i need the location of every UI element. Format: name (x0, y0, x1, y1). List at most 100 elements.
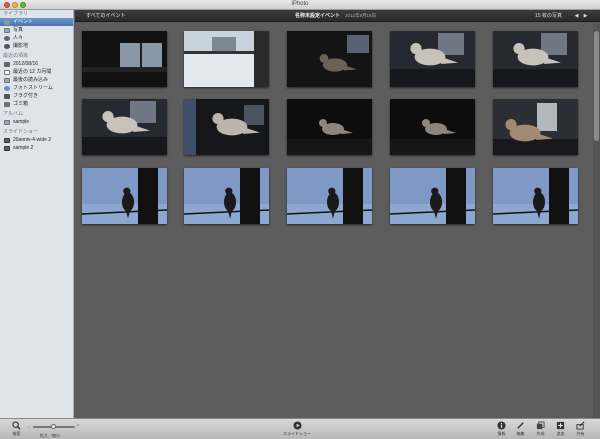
photo-image (493, 168, 578, 224)
event-date: 2012年8月16日 (345, 13, 377, 18)
photo-thumbnail[interactable] (287, 99, 372, 155)
sidebar-item-label: sample (13, 119, 30, 125)
photo-thumbnail[interactable] (390, 99, 475, 155)
photo-thumbnail[interactable] (493, 99, 578, 155)
photo-thumbnail[interactable] (287, 168, 372, 224)
sidebar-item-album-sample[interactable]: sample (0, 118, 73, 126)
events-icon (4, 19, 10, 25)
previous-event-button[interactable]: ◀ (573, 12, 580, 20)
photo-thumbnail[interactable] (184, 99, 269, 155)
photo-count: 15 枚の写真 (535, 13, 562, 19)
info-label: 情報 (497, 431, 506, 436)
photo-image (184, 99, 269, 155)
photo-grid (75, 23, 593, 418)
photo-image (390, 31, 475, 87)
sidebar: ライブラリ イベント 写真 人々 撮影地 最近の項目 2012/08/16 最近… (0, 10, 74, 418)
calendar-icon (4, 69, 10, 75)
photo-image (82, 31, 167, 87)
photo-image (82, 168, 167, 224)
bottom-toolbar: 検索 ▫ ▫ 拡大／縮小 スライドショー 情報 編集 作成 追加 共有 (0, 418, 600, 439)
sidebar-item-label: フォトストリーム (13, 85, 53, 91)
event-toolbar: すべてのイベント 名称未設定イベント 2012年8月16日 15 枚の写真 ◀ … (75, 10, 600, 22)
photo-thumbnail[interactable] (82, 31, 167, 87)
play-icon (292, 421, 302, 430)
search-label: 検索 (12, 431, 21, 436)
sidebar-item-faces[interactable]: 人々 (0, 34, 73, 42)
vertical-scrollbar[interactable] (593, 23, 600, 418)
slideshow-label: スライドショー (283, 431, 311, 436)
photo-thumbnail[interactable] (287, 31, 372, 87)
recent-header: 最近の項目 (3, 53, 29, 59)
sidebar-item-label: ゴミ箱 (13, 101, 29, 107)
sidebar-item-last-import[interactable]: 最後の読み込み (0, 76, 73, 84)
share-icon (576, 421, 585, 430)
albums-header: アルバム (3, 111, 23, 117)
slideshow-icon (4, 145, 10, 151)
photo-image (287, 99, 372, 155)
scroll-thumb[interactable] (594, 31, 599, 141)
sidebar-item-slideshow-2[interactable]: sample 2 (0, 144, 73, 152)
sidebar-item-label: sample 2 (13, 145, 34, 151)
sidebar-item-label: 最近の 12 カ月間 (13, 69, 52, 75)
sidebar-item-photos[interactable]: 写真 (0, 26, 73, 34)
add-to-button[interactable]: 追加 (556, 421, 565, 437)
slideshow-button[interactable]: スライドショー (283, 421, 311, 437)
library-header: ライブラリ (3, 11, 29, 17)
create-icon (536, 421, 545, 430)
sidebar-item-trash[interactable]: ゴミ箱 (0, 100, 73, 108)
places-icon (4, 43, 10, 49)
all-events-button[interactable]: すべてのイベント (83, 12, 128, 20)
sidebar-item-recent-event[interactable]: 2012/08/16 (0, 60, 73, 68)
event-title[interactable]: 名称未設定イベント (295, 12, 340, 20)
photo-image (184, 31, 269, 87)
sidebar-item-label: 最後の読み込み (13, 77, 49, 83)
sidebar-item-slideshow-1[interactable]: 20anniv-4-wide 2 (0, 136, 73, 144)
trash-icon (4, 101, 10, 107)
photos-icon (4, 27, 10, 33)
photo-thumbnail[interactable] (82, 168, 167, 224)
photo-image (82, 99, 167, 155)
photo-thumbnail[interactable] (390, 31, 475, 87)
sidebar-item-label: 20anniv-4-wide 2 (13, 137, 52, 143)
sidebar-item-photostream[interactable]: フォトストリーム (0, 84, 73, 92)
edit-button[interactable]: 編集 (516, 421, 525, 437)
search-button[interactable]: 検索 (12, 421, 21, 437)
next-event-button[interactable]: ▶ (582, 12, 589, 20)
photo-thumbnail[interactable] (493, 168, 578, 224)
sidebar-item-label: 写真 (13, 27, 24, 33)
sidebar-item-label: 人々 (13, 35, 24, 41)
zoom-small-icon: ▫ (28, 424, 30, 429)
photo-thumbnail[interactable] (493, 31, 578, 87)
sidebar-item-flagged[interactable]: フラグ付き (0, 92, 73, 100)
create-button[interactable]: 作成 (536, 421, 545, 437)
window-title: iPhoto (291, 1, 309, 7)
photo-thumbnail[interactable] (390, 168, 475, 224)
info-button[interactable]: 情報 (497, 421, 506, 437)
sidebar-item-places[interactable]: 撮影地 (0, 42, 73, 50)
zoom-slider[interactable] (33, 424, 75, 429)
photo-image (287, 168, 372, 224)
share-label: 共有 (576, 431, 585, 436)
flag-icon (4, 93, 10, 99)
photo-image (493, 99, 578, 155)
create-label: 作成 (536, 431, 545, 436)
add-label: 追加 (556, 431, 565, 436)
slideshow-header: スライドショー (3, 129, 39, 135)
photo-thumbnail[interactable] (184, 168, 269, 224)
edit-label: 編集 (516, 431, 525, 436)
sidebar-item-events[interactable]: イベント (0, 18, 73, 26)
title-bar: iPhoto (0, 0, 600, 10)
share-button[interactable]: 共有 (576, 421, 585, 437)
photo-thumbnail[interactable] (184, 31, 269, 87)
zoom-slider-knob[interactable] (51, 424, 56, 429)
photo-image (493, 31, 578, 87)
photo-thumbnail[interactable] (82, 99, 167, 155)
zoom-label: 拡大／縮小 (40, 433, 60, 438)
sidebar-item-label: フラグ付き (13, 93, 39, 99)
sidebar-item-last-12-months[interactable]: 最近の 12 カ月間 (0, 68, 73, 76)
photostream-icon (4, 85, 10, 91)
sidebar-item-label: イベント (13, 19, 34, 25)
info-icon (497, 421, 506, 430)
import-icon (4, 77, 10, 83)
album-icon (4, 119, 10, 125)
